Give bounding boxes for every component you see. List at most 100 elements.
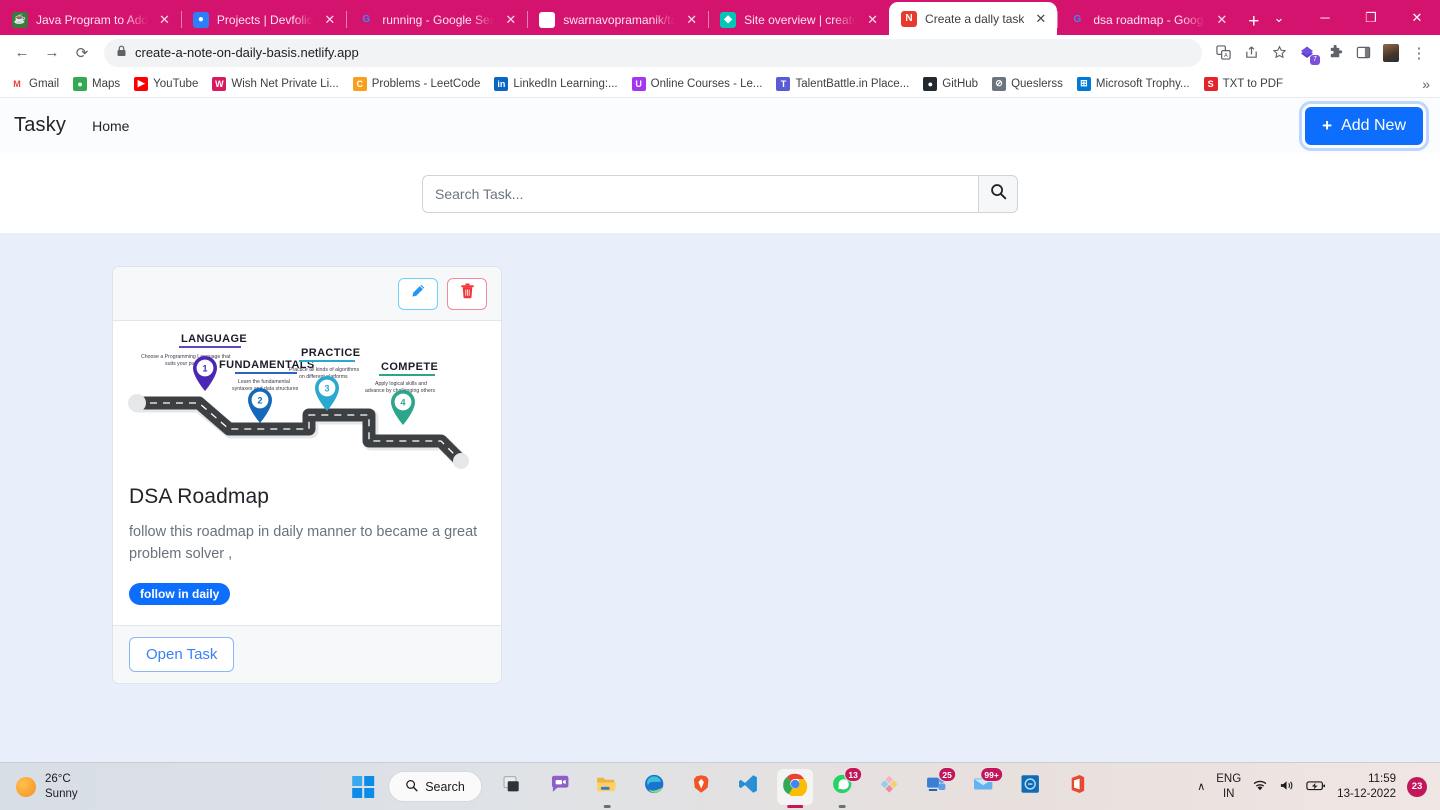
browser-tab[interactable]: N Create a dally task ✕ [889,2,1058,35]
bookmark-item[interactable]: U Online Courses - Le... [631,76,762,91]
bookmark-item[interactable]: ⊘ Queslerss [992,76,1063,91]
bookmark-item[interactable]: C Problems - LeetCode [352,76,480,91]
photos-icon [878,773,900,800]
search-icon [405,779,418,795]
bookmark-item[interactable]: ⊞ Microsoft Trophy... [1076,76,1190,91]
bookmark-item[interactable]: in LinkedIn Learning:... [494,76,618,91]
browser-tab[interactable]: Grunning - Google Sea ✕ [346,4,527,35]
volume-icon[interactable] [1279,779,1295,795]
bookmark-item[interactable]: S TXT to PDF [1203,76,1283,91]
task-card-image: LANGUAGE Choose a Programming Language t… [113,321,501,481]
browser-tab[interactable]: Gdsa roadmap - Googl ✕ [1057,4,1238,35]
bookmark-item[interactable]: ▶ YouTube [134,76,198,91]
address-bar[interactable]: create-a-note-on-daily-basis.netlify.app [104,38,1202,67]
minimize-button[interactable]: ─ [1302,10,1348,25]
taskbar-app-office[interactable] [1059,769,1095,805]
browser-tab[interactable]: ● swarnavopramanik/ta ✕ [527,4,708,35]
window-controls: ⌄ ─ ❐ ✕ [1256,0,1440,35]
wifi-icon[interactable] [1252,779,1268,795]
add-new-label: Add New [1341,116,1406,134]
bookmark-item[interactable]: M Gmail [10,76,59,91]
taskbar-clock[interactable]: 11:59 13-12-2022 [1337,772,1396,801]
bookmark-item[interactable]: T TalentBattle.in Place... [776,76,909,91]
tab-close-button[interactable]: ✕ [1032,10,1049,27]
netlify-n-icon: N [901,10,918,27]
taskbar-app-chrome[interactable] [776,768,813,805]
svg-text:LANGUAGE: LANGUAGE [181,333,247,345]
reload-button[interactable]: ⟳ [68,39,96,67]
chrome-icon [782,772,807,801]
tab-close-button[interactable]: ✕ [321,11,338,28]
language-indicator[interactable]: ENG IN [1216,772,1241,801]
side-panel-icon[interactable] [1350,40,1376,66]
share-icon[interactable] [1238,40,1264,66]
tab-title: dsa roadmap - Googl [1093,12,1206,27]
taskbar-app-dell[interactable] [1012,769,1048,805]
language-line-2: IN [1222,787,1235,800]
taskbar-app-brave[interactable] [683,769,719,805]
close-window-button[interactable]: ✕ [1394,10,1440,26]
taskbar-app-task-view[interactable] [495,769,531,805]
taskbar-app-file-explorer[interactable] [589,769,625,805]
bookmark-label: Maps [92,77,121,90]
taskbar-app-whatsapp[interactable]: 13 [824,766,862,805]
taskbar-app-teams[interactable]: 25 [918,766,956,805]
svg-text:2: 2 [257,396,262,406]
bookmark-star-icon[interactable] [1266,40,1292,66]
search-button[interactable] [978,175,1018,213]
web-page: Tasky Home + Add New Search Task... LANG… [0,98,1440,762]
file-explorer-icon [595,773,618,801]
taskbar-app-chat[interactable] [542,769,578,805]
svg-text:A: A [1223,53,1227,59]
maximize-button[interactable]: ❐ [1348,10,1394,26]
browser-tab[interactable]: ◆ Site overview | create ✕ [708,4,889,35]
tab-close-button[interactable]: ✕ [1213,11,1230,28]
battery-charging-icon[interactable] [1306,779,1326,795]
taskbar-weather-widget[interactable]: 26°C Sunny [0,772,78,801]
search-input[interactable] [422,175,978,213]
tab-close-button[interactable]: ✕ [683,11,700,28]
delete-task-button[interactable] [447,277,487,310]
extensions-puzzle-icon[interactable] [1322,40,1348,66]
back-button[interactable]: ← [8,39,36,67]
bookmark-item[interactable]: ● GitHub [923,76,978,91]
notification-badge[interactable]: 23 [1407,776,1427,797]
browser-tab[interactable]: ☕ Java Program to Add ✕ [0,4,181,35]
app-brand[interactable]: Tasky [14,114,66,137]
task-card-body: DSA Roadmap follow this roadmap in daily… [113,481,501,625]
add-new-button[interactable]: + Add New [1305,106,1423,145]
bookmark-item[interactable]: ● Maps [73,76,121,91]
svg-text:Apply logical skills and: Apply logical skills and [375,381,427,387]
bookmark-favicon: ● [923,76,938,91]
translate-icon[interactable]: A [1210,40,1236,66]
open-task-button[interactable]: Open Task [129,636,235,672]
taskbar-search-button[interactable]: Search [388,771,482,802]
start-button[interactable] [345,769,381,805]
taskbar-app-badge: 13 [844,766,862,782]
extension-purple-icon[interactable]: 7 [1294,40,1320,66]
taskbar-app-photos[interactable] [871,769,907,805]
tab-close-button[interactable]: ✕ [502,11,519,28]
browser-tab[interactable]: ● Projects | Devfolio ✕ [180,4,346,35]
bookmark-item[interactable]: W Wish Net Private Li... [212,76,339,91]
add-new-focus-ring: + Add New [1302,104,1426,148]
forward-button[interactable]: → [38,39,66,67]
chrome-menu-icon[interactable]: ⋮ [1406,40,1432,66]
url-text: create-a-note-on-daily-basis.netlify.app [135,45,359,60]
tab-close-button[interactable]: ✕ [864,11,881,28]
nav-link-home[interactable]: Home [92,118,129,134]
bookmarks-overflow-button[interactable]: » [1422,76,1430,92]
taskbar-search-label: Search [425,779,465,794]
edit-task-button[interactable] [398,277,438,310]
tab-close-button[interactable]: ✕ [156,11,173,28]
task-chip[interactable]: follow in daily [129,582,231,605]
bookmark-favicon: M [10,76,24,91]
plus-icon: + [1322,115,1333,135]
taskbar-app-vscode[interactable] [730,769,766,805]
tray-chevron-icon[interactable]: ∧ [1197,780,1205,793]
profile-avatar-icon[interactable] [1378,40,1404,66]
taskbar-app-edge[interactable] [636,769,672,805]
taskbar-app-mail[interactable]: 99+ [965,766,1003,805]
devfolio-icon: ● [192,11,209,28]
tab-search-icon[interactable]: ⌄ [1256,10,1302,26]
